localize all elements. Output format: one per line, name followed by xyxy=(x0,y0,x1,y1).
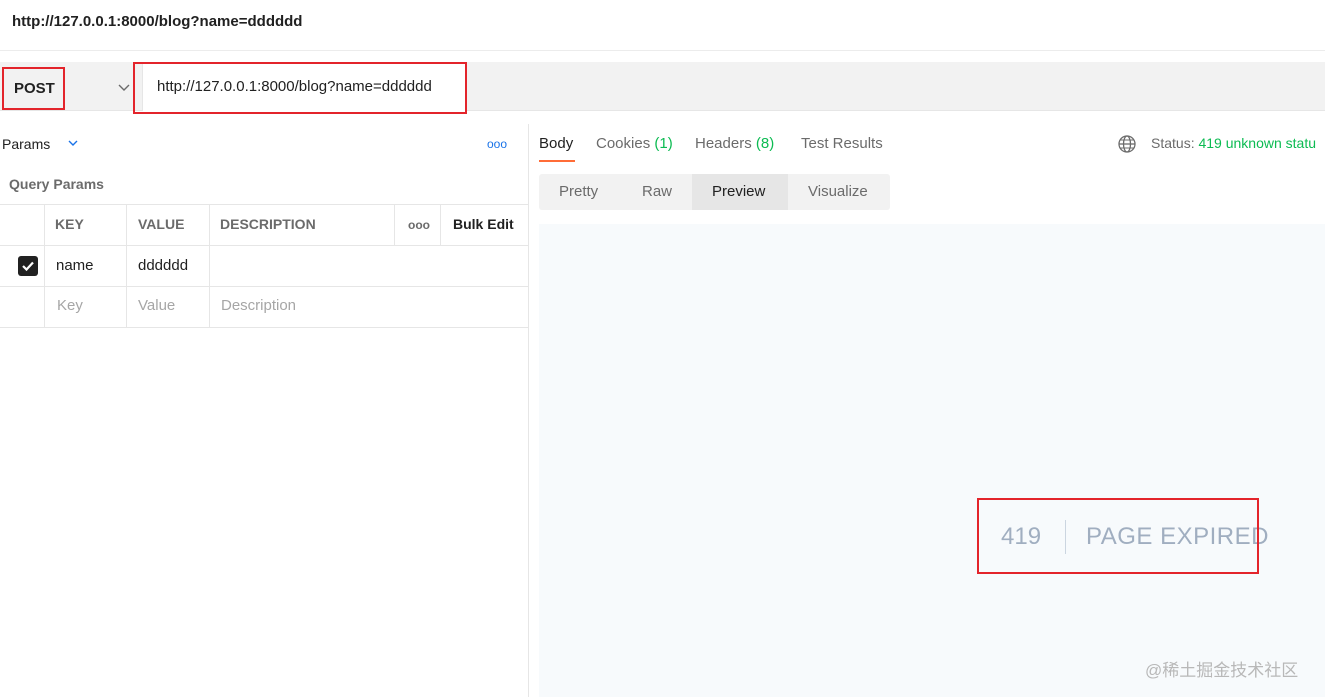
panel-divider[interactable] xyxy=(528,124,529,697)
table-border xyxy=(0,327,528,328)
preview-pane xyxy=(539,224,1325,697)
tab-test-results[interactable]: Test Results xyxy=(801,135,883,152)
active-tab-indicator xyxy=(539,160,575,162)
param-value[interactable]: dddddd xyxy=(138,257,188,274)
param-key[interactable]: name xyxy=(56,257,94,274)
check-icon xyxy=(22,261,34,272)
watermark: @稀土掘金技术社区 xyxy=(1145,661,1299,680)
method-select[interactable]: POST xyxy=(2,67,65,110)
description-input[interactable]: Description xyxy=(221,297,296,314)
column-header-description: DESCRIPTION xyxy=(220,216,316,232)
row-checkbox[interactable] xyxy=(18,256,38,276)
more-options-icon[interactable]: ooo xyxy=(487,137,507,151)
more-options-icon[interactable]: ooo xyxy=(408,218,430,232)
cookies-count: (1) xyxy=(654,135,673,152)
headers-count: (8) xyxy=(755,135,775,152)
key-input[interactable]: Key xyxy=(57,297,83,314)
table-border xyxy=(209,204,210,328)
status-label: Status: xyxy=(1151,135,1195,151)
highlight-box-url xyxy=(133,62,467,114)
table-border xyxy=(0,204,528,205)
response-status: Status: 419 unknown statu xyxy=(1151,135,1316,151)
view-visualize[interactable]: Visualize xyxy=(808,183,868,200)
tab-params[interactable]: Params xyxy=(2,136,50,152)
bulk-edit-button[interactable]: Bulk Edit xyxy=(453,216,514,232)
query-params-title: Query Params xyxy=(9,176,104,192)
table-border xyxy=(0,245,528,246)
globe-icon[interactable] xyxy=(1117,134,1137,154)
chevron-down-icon[interactable] xyxy=(66,136,80,150)
table-border xyxy=(0,286,528,287)
tab-headers[interactable]: Headers (8) xyxy=(695,135,774,152)
view-preview[interactable]: Preview xyxy=(712,183,765,200)
window-title: http://127.0.0.1:8000/blog?name=dddddd xyxy=(12,13,303,30)
divider xyxy=(0,50,1325,51)
column-header-key: KEY xyxy=(55,216,84,232)
table-border xyxy=(440,204,441,245)
tab-body[interactable]: Body xyxy=(539,135,573,152)
tab-cookies[interactable]: Cookies (1) xyxy=(596,135,673,152)
view-pretty[interactable]: Pretty xyxy=(559,183,598,200)
tab-cookies-label: Cookies xyxy=(596,135,651,152)
highlight-box-error xyxy=(977,498,1259,574)
table-border xyxy=(394,204,395,245)
table-border xyxy=(44,204,45,328)
table-border xyxy=(126,204,127,328)
view-raw[interactable]: Raw xyxy=(642,183,672,200)
value-input[interactable]: Value xyxy=(138,297,175,314)
column-header-value: VALUE xyxy=(138,216,185,232)
tab-headers-label: Headers xyxy=(695,135,752,152)
status-value: 419 unknown statu xyxy=(1198,135,1317,151)
chevron-down-icon[interactable] xyxy=(116,79,132,95)
